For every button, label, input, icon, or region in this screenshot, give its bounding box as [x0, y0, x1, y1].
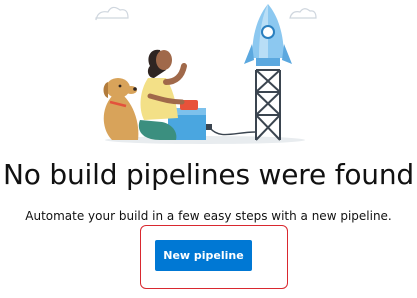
- launch-tower-icon: [255, 69, 281, 141]
- new-pipeline-button[interactable]: New pipeline: [155, 240, 252, 271]
- rocket-icon: [244, 4, 292, 66]
- cloud-icon: [289, 8, 317, 19]
- empty-state-illustration: [95, 4, 317, 144]
- cloud-icon: [95, 6, 129, 21]
- page-title: No build pipelines were found: [3, 158, 414, 191]
- dog-icon: [103, 78, 139, 140]
- page-subtitle: Automate your build in a few easy steps …: [25, 209, 392, 223]
